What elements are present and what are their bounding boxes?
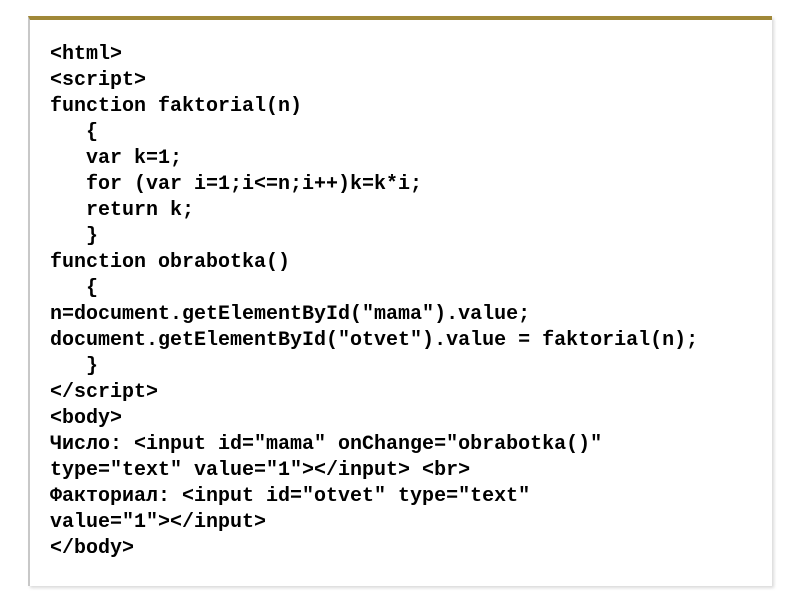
code-line: for (var i=1;i<=n;i++)k=k*i; [50, 172, 752, 198]
code-line: function faktorial(n) [50, 94, 752, 120]
code-line: <script> [50, 68, 752, 94]
code-line: function obrabotka() [50, 250, 752, 276]
code-line: <html> [50, 42, 752, 68]
code-line: var k=1; [50, 146, 752, 172]
code-line: value="1"></input> [50, 510, 752, 536]
code-line: <body> [50, 406, 752, 432]
code-line: } [50, 224, 752, 250]
code-line: { [50, 120, 752, 146]
code-line: type="text" value="1"></input> <br> [50, 458, 752, 484]
code-line: Факториал: <input id="otvet" type="text" [50, 484, 752, 510]
code-line: Число: <input id="mama" onChange="obrabo… [50, 432, 752, 458]
code-line: </body> [50, 536, 752, 562]
code-line: } [50, 354, 752, 380]
code-snippet-box: <html> <script> function faktorial(n) { … [28, 16, 772, 586]
code-line: return k; [50, 198, 752, 224]
code-line: n=document.getElementById("mama").value; [50, 302, 752, 328]
code-line: { [50, 276, 752, 302]
code-line: </script> [50, 380, 752, 406]
code-line: document.getElementById("otvet").value =… [50, 328, 752, 354]
